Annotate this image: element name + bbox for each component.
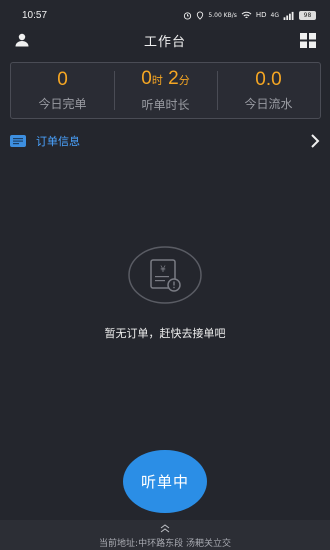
signal-label: 4G: [270, 11, 279, 19]
location-icon: [197, 10, 204, 20]
stat-value: 0.0: [255, 69, 282, 90]
user-icon: [15, 33, 29, 47]
stat-label: 今日流水: [244, 97, 293, 111]
title-bar: 工作台: [0, 30, 330, 50]
empty-state: ¥ 暂无订单，赶快去接单吧: [0, 245, 330, 341]
minutes-value: 2: [168, 68, 179, 89]
signal-icon: [283, 11, 294, 20]
stat-label: 听单时长: [141, 98, 190, 112]
chevron-right-icon: [311, 134, 320, 148]
empty-message: 暂无订单，赶快去接单吧: [104, 327, 226, 340]
hours-unit: 时: [151, 75, 163, 87]
address-bar[interactable]: 当前地址:中环路东段 汤耙关立交: [0, 520, 330, 550]
listen-orders-button[interactable]: 听单中: [123, 450, 207, 513]
user-button[interactable]: [12, 30, 32, 50]
order-info-row[interactable]: 订单信息: [0, 130, 330, 152]
minutes-unit: 分: [178, 75, 190, 87]
wifi-icon: [241, 11, 252, 18]
svg-text:¥: ¥: [160, 265, 166, 275]
battery-icon: 98: [299, 10, 316, 20]
menu-grid-button[interactable]: [298, 30, 318, 50]
receipt-icon: ¥: [128, 246, 202, 304]
page-title: 工作台: [143, 34, 186, 50]
order-info-label: 订单信息: [36, 135, 80, 148]
stat-value: 0时 2分: [141, 68, 189, 92]
list-icon: [10, 135, 26, 147]
grid-icon: [300, 32, 316, 48]
current-address: 当前地址:中环路东段 汤耙关立交: [99, 539, 231, 549]
status-time: 10:57: [22, 9, 48, 21]
status-bar: 10:57 5.00 KB/s HD 4G 98: [0, 0, 330, 30]
stat-completed-orders: 0 今日完单: [11, 63, 114, 118]
stat-label: 今日完单: [38, 97, 87, 111]
net-speed: 5.00 KB/s: [208, 11, 237, 19]
hours-value: 0: [141, 68, 152, 89]
stat-value: 0: [57, 69, 68, 90]
stat-today-revenue: 0.0 今日流水: [217, 63, 320, 118]
status-icons: 5.00 KB/s HD 4G 98: [183, 10, 316, 20]
stat-listening-duration: 0时 2分 听单时长: [114, 63, 217, 118]
hd-badge: HD: [255, 11, 267, 19]
alarm-icon: [184, 11, 192, 20]
chevron-up-icon[interactable]: [159, 522, 171, 534]
stats-panel: 0 今日完单 0时 2分 听单时长 0.0 今日流水: [10, 62, 321, 119]
